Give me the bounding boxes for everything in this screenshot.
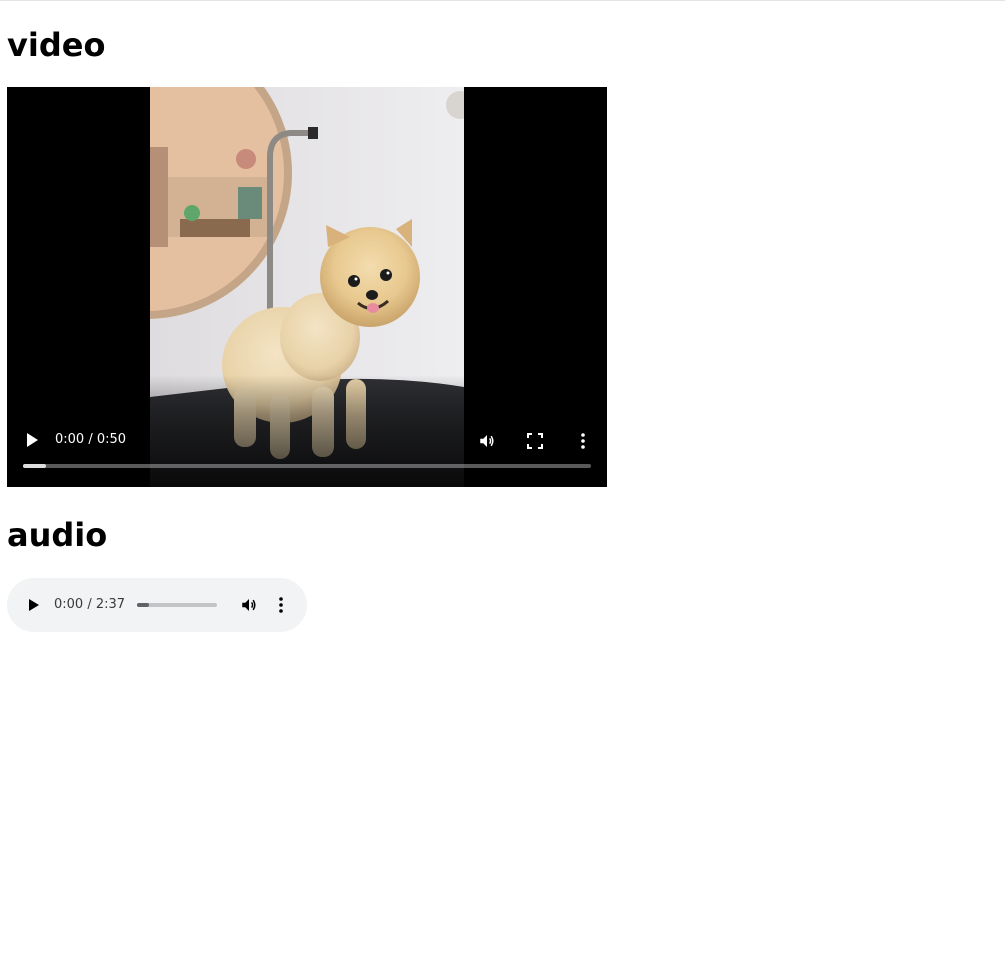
play-icon [27,433,38,447]
audio-mute-button[interactable] [237,593,261,617]
video-mute-button[interactable] [475,429,499,453]
page: video 0:00 / 0:50 audio 0:00 / 2:37 [0,0,1005,957]
audio-more-options-button[interactable] [269,593,293,617]
video-more-options-button[interactable] [571,429,595,453]
video-time-display: 0:00 / 0:50 [55,432,127,447]
audio-buffered-progress [137,603,149,607]
volume-icon [480,435,494,447]
video-buffered-progress [23,464,46,468]
volume-icon [242,599,256,611]
video-player[interactable]: 0:00 / 0:50 [7,87,607,487]
pomeranian-dog-image [150,87,464,487]
audio-heading: audio [7,516,108,554]
play-icon [29,599,39,611]
video-fullscreen-button[interactable] [523,429,547,453]
audio-play-button[interactable] [23,594,45,616]
video-seek-bar[interactable] [23,464,591,468]
video-frame [150,87,464,487]
more-vertical-icon [581,433,585,449]
audio-seek-bar[interactable] [137,603,217,607]
video-play-button[interactable] [21,429,43,451]
fullscreen-icon [527,433,543,449]
audio-time-display: 0:00 / 2:37 [54,597,126,612]
audio-player[interactable]: 0:00 / 2:37 [7,578,307,632]
more-vertical-icon [279,597,283,613]
video-heading: video [7,26,106,64]
